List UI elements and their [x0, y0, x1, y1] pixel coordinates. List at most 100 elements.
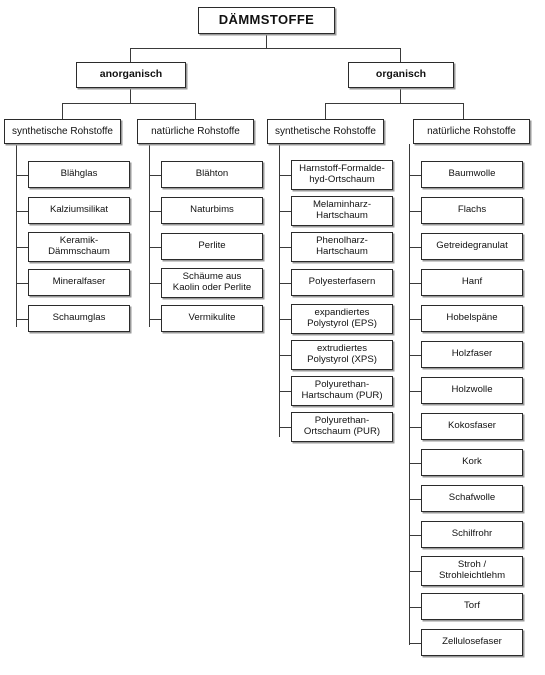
connector-leaf-tick [149, 319, 161, 320]
connector-to-anorganisch [130, 48, 131, 62]
leaf-node[interactable]: Hanf [421, 269, 523, 296]
connector-leaf-tick [409, 427, 421, 428]
leaf-node[interactable]: Schilfrohr [421, 521, 523, 548]
node-anorg-nat-label: natürliche Rohstoffe [151, 125, 240, 137]
leaf-node[interactable]: Kalziumsilikat [28, 197, 130, 224]
connector-spine-org-nat [409, 144, 410, 645]
leaf-node[interactable]: Mineralfaser [28, 269, 130, 296]
leaf-node[interactable]: Zellulosefaser [421, 629, 523, 656]
node-org-synth[interactable]: synthetische Rohstoffe [267, 119, 384, 144]
leaf-node-label: Perlite [198, 240, 226, 252]
leaf-node[interactable]: Perlite [161, 233, 263, 260]
leaf-node[interactable]: Melaminharz- Hartschaum [291, 196, 393, 226]
leaf-node-label: Polyurethan- Hartschaum (PUR) [301, 379, 383, 401]
node-anorg-nat[interactable]: natürliche Rohstoffe [137, 119, 254, 144]
connector-leaf-tick [279, 283, 291, 284]
leaf-node-label: Phenolharz- Hartschaum [316, 235, 368, 257]
leaf-node-label: Torf [464, 600, 480, 612]
connector-leaf-tick [16, 211, 28, 212]
leaf-node-label: Schaumglas [52, 312, 106, 324]
connector-organisch-bar [325, 103, 464, 104]
node-anorg-synth-label: synthetische Rohstoffe [12, 125, 113, 137]
node-org-nat[interactable]: natürliche Rohstoffe [413, 119, 530, 144]
connector-spine-anorg-nat [149, 144, 150, 327]
leaf-node-label: extrudiertes Polystyrol (XPS) [307, 343, 377, 365]
leaf-node-label: Holzwolle [451, 384, 493, 396]
node-organisch[interactable]: organisch [348, 62, 454, 88]
connector-leaf-tick [409, 283, 421, 284]
leaf-node[interactable]: Phenolharz- Hartschaum [291, 232, 393, 262]
leaf-node-label: Polyesterfasern [308, 276, 376, 288]
connector-leaf-tick [16, 175, 28, 176]
leaf-node-label: Hobelspäne [446, 312, 498, 324]
leaf-node[interactable]: Holzwolle [421, 377, 523, 404]
node-org-nat-label: natürliche Rohstoffe [427, 125, 516, 137]
leaf-node-label: Flachs [457, 204, 487, 216]
node-organisch-label: organisch [375, 68, 427, 81]
leaf-node[interactable]: extrudiertes Polystyrol (XPS) [291, 340, 393, 370]
leaf-node-label: Schäume aus Kaolin oder Perlite [172, 271, 252, 293]
leaf-node[interactable]: Kork [421, 449, 523, 476]
connector-leaf-tick [16, 283, 28, 284]
dammstoffe-hierarchy-diagram: DÄMMSTOFFE anorganisch organisch synthet… [0, 0, 545, 675]
connector-leaf-tick [409, 175, 421, 176]
connector-leaf-tick [16, 247, 28, 248]
leaf-node[interactable]: Keramik- Dämmschaum [28, 232, 130, 262]
connector-anorganisch-bar [62, 103, 196, 104]
leaf-node[interactable]: Stroh / Strohleichtlehm [421, 556, 523, 586]
node-org-synth-label: synthetische Rohstoffe [275, 125, 376, 137]
leaf-node[interactable]: Holzfaser [421, 341, 523, 368]
connector-leaf-tick [409, 607, 421, 608]
leaf-node-label: Holzfaser [451, 348, 493, 360]
leaf-node-label: Mineralfaser [52, 276, 106, 288]
leaf-node[interactable]: Flachs [421, 197, 523, 224]
connector-to-org-synth [325, 103, 326, 119]
connector-leaf-tick [409, 247, 421, 248]
leaf-node[interactable]: Blähglas [28, 161, 130, 188]
leaf-node[interactable]: Harnstoff-Formalde- hyd-Ortschaum [291, 160, 393, 190]
leaf-node[interactable]: Schaumglas [28, 305, 130, 332]
leaf-node-label: Schafwolle [448, 492, 496, 504]
node-root[interactable]: DÄMMSTOFFE [198, 7, 335, 34]
connector-root-bar [130, 48, 401, 49]
connector-leaf-tick [409, 499, 421, 500]
leaf-node[interactable]: Polyurethan- Ortschaum (PUR) [291, 412, 393, 442]
leaf-node[interactable]: expandiertes Polystyrol (EPS) [291, 304, 393, 334]
leaf-node[interactable]: Kokosfaser [421, 413, 523, 440]
leaf-node[interactable]: Baumwolle [421, 161, 523, 188]
leaf-node-label: Kalziumsilikat [49, 204, 109, 216]
leaf-node-label: Kokosfaser [448, 420, 496, 432]
node-anorganisch[interactable]: anorganisch [76, 62, 186, 88]
leaf-node-label: Polyurethan- Ortschaum (PUR) [303, 415, 381, 437]
leaf-node[interactable]: Torf [421, 593, 523, 620]
leaf-node[interactable]: Schäume aus Kaolin oder Perlite [161, 268, 263, 298]
node-anorg-synth[interactable]: synthetische Rohstoffe [4, 119, 121, 144]
leaf-node[interactable]: Vermikulite [161, 305, 263, 332]
leaf-node-label: Kork [462, 456, 482, 468]
connector-leaf-tick [409, 319, 421, 320]
connector-leaf-tick [279, 427, 291, 428]
connector-to-anorg-synth [62, 103, 63, 119]
leaf-node[interactable]: Schafwolle [421, 485, 523, 512]
leaf-node-label: expandiertes Polystyrol (EPS) [307, 307, 377, 329]
connector-leaf-tick [16, 319, 28, 320]
connector-to-organisch [400, 48, 401, 62]
leaf-node-label: Getreidegranulat [436, 240, 508, 252]
leaf-node[interactable]: Polyurethan- Hartschaum (PUR) [291, 376, 393, 406]
leaf-node[interactable]: Blähton [161, 161, 263, 188]
connector-leaf-tick [279, 391, 291, 392]
leaf-node[interactable]: Polyesterfasern [291, 269, 393, 296]
connector-leaf-tick [279, 319, 291, 320]
connector-leaf-tick [409, 643, 421, 644]
connector-to-org-nat [463, 103, 464, 119]
leaf-node[interactable]: Naturbims [161, 197, 263, 224]
leaf-node-label: Hanf [461, 276, 483, 288]
leaf-node[interactable]: Getreidegranulat [421, 233, 523, 260]
leaf-node-label: Blähglas [60, 168, 98, 180]
node-anorganisch-label: anorganisch [99, 68, 163, 81]
connector-leaf-tick [409, 463, 421, 464]
connector-leaf-tick [149, 247, 161, 248]
leaf-node[interactable]: Hobelspäne [421, 305, 523, 332]
connector-leaf-tick [279, 355, 291, 356]
connector-spine-org-synth [279, 144, 280, 437]
